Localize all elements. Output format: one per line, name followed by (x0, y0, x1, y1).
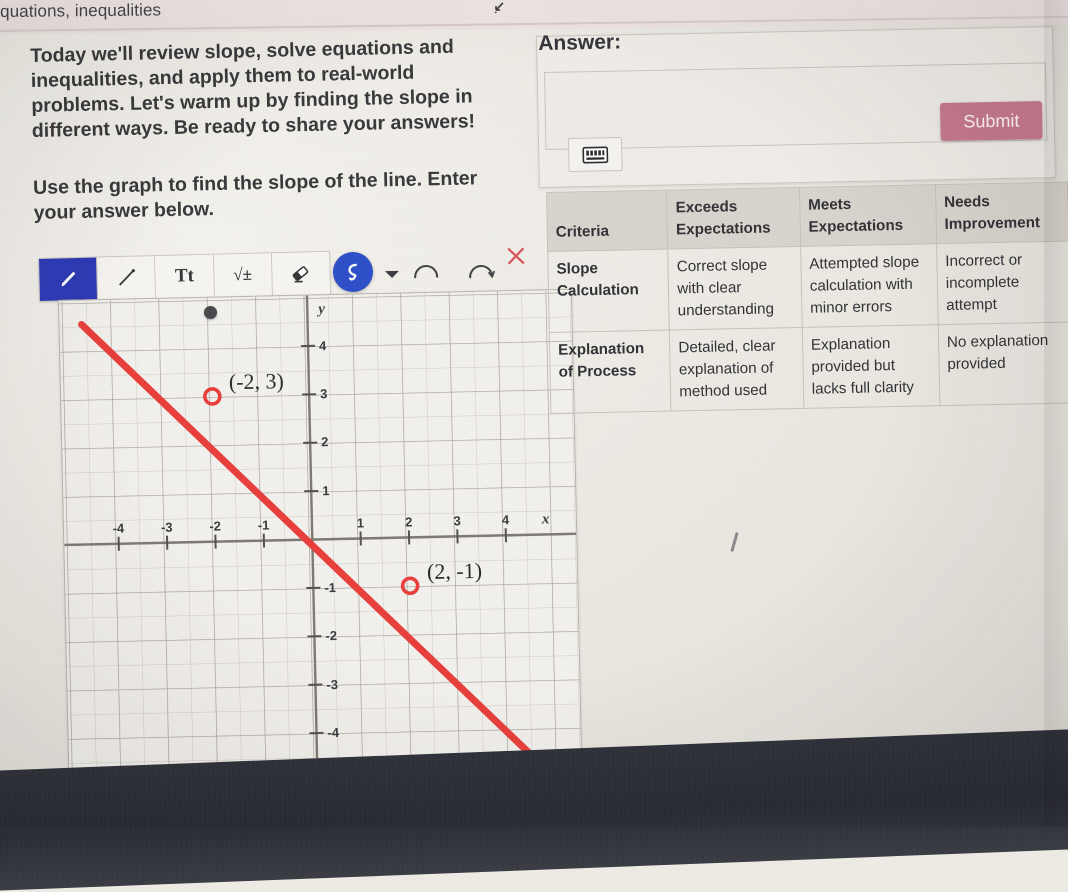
math-tool-label: √± (233, 265, 252, 285)
coordinate-graph[interactable]: -4 -3 -2 -1 1 2 3 4 4 3 2 1 -1 -2 -3 -4 … (58, 289, 583, 794)
text-tool[interactable]: Tt (155, 255, 214, 298)
svg-text:-1: -1 (258, 517, 270, 532)
rubric-cell-exceeds: Correct slope with clear understanding (668, 246, 802, 330)
svg-text:1: 1 (322, 483, 330, 498)
keyboard-button[interactable] (568, 137, 623, 172)
svg-text:-4: -4 (327, 725, 340, 740)
rubric-cell-criteria: Explanation of Process (549, 330, 671, 413)
rubric-criteria-line2: of Process (558, 362, 636, 381)
breadcrumb: quations, inequalities (0, 0, 161, 22)
rubric-col-exceeds: Exceeds Expectations (667, 187, 801, 249)
table-row: Slope Calculation Correct slope with cle… (548, 241, 1068, 332)
svg-text:-3: -3 (161, 520, 173, 535)
svg-text:-4: -4 (112, 521, 125, 536)
rubric-col-needs-line2: Improvement (944, 214, 1040, 233)
expand-arrow-icon[interactable] (492, 1, 506, 15)
svg-text:x: x (541, 511, 550, 527)
rubric-criteria-line1: Slope (556, 260, 598, 278)
rubric-col-exceeds-line2: Expectations (676, 220, 771, 239)
rubric-header-row: Criteria Exceeds Expectations Meets Expe… (547, 182, 1068, 251)
rubric-col-criteria: Criteria (547, 190, 668, 251)
rubric-cell-criteria: Slope Calculation (548, 249, 670, 332)
svg-text:(-2, 3): (-2, 3) (229, 368, 285, 394)
rubric-table: Criteria Exceeds Expectations Meets Expe… (546, 182, 1068, 414)
rubric-col-needs-line1: Needs (944, 193, 990, 211)
answer-label: Answer: (538, 30, 621, 56)
svg-text:3: 3 (453, 513, 461, 528)
rubric-cell-meets: Attempted slope calculation with minor e… (800, 244, 938, 328)
lesson-text: Today we'll review slope, solve equation… (30, 34, 514, 226)
keyboard-icon (582, 146, 608, 163)
rubric-criteria-line2: Calculation (557, 281, 639, 300)
svg-text:y: y (316, 301, 325, 317)
rubric-col-meets-line2: Expectations (808, 217, 903, 236)
rubric-col-exceeds-line1: Exceeds (675, 198, 737, 216)
svg-text:(2, -1): (2, -1) (427, 558, 483, 584)
lesson-paragraph-2: Use the graph to find the slope of the l… (33, 165, 514, 225)
svg-text:1: 1 (357, 515, 365, 530)
svg-text:3: 3 (320, 386, 328, 401)
rubric-col-needs: Needs Improvement (935, 182, 1068, 244)
rubric-cell-exceeds: Detailed, clear explanation of method us… (670, 327, 804, 411)
svg-text:2: 2 (405, 514, 413, 529)
rubric-criteria-line1: Explanation (558, 340, 644, 359)
rubric-cell-needs: Incorrect or incomplete attempt (936, 241, 1068, 325)
submit-button[interactable]: Submit (940, 101, 1043, 141)
eraser-icon (288, 260, 315, 287)
table-row: Explanation of Process Detailed, clear e… (549, 322, 1068, 413)
graph-drag-handle[interactable] (204, 306, 217, 319)
rubric-cell-needs: No explanation provided (938, 322, 1068, 406)
squiggle-icon (341, 260, 366, 285)
svg-text:-2: -2 (325, 628, 337, 643)
svg-text:4: 4 (502, 512, 510, 527)
undo-arc-icon[interactable] (412, 262, 440, 281)
chevron-down-icon[interactable] (383, 268, 401, 280)
math-tool[interactable]: √± (214, 253, 273, 296)
svg-text:2: 2 (321, 434, 329, 449)
svg-text:-1: -1 (324, 580, 336, 595)
rubric-cell-meets: Explanation provided but lacks full clar… (802, 325, 940, 409)
lesson-paragraph-1: Today we'll review slope, solve equation… (30, 34, 512, 144)
line-tool[interactable] (97, 256, 156, 299)
rubric-col-meets-line1: Meets (808, 196, 851, 214)
pencil-icon (55, 266, 82, 293)
close-x-icon[interactable] (505, 245, 528, 268)
svg-text:-3: -3 (326, 677, 338, 692)
rubric-col-meets: Meets Expectations (799, 185, 936, 247)
svg-text:4: 4 (319, 338, 327, 353)
pencil-tool[interactable] (39, 258, 98, 301)
redo-arc-icon[interactable] (467, 262, 495, 281)
line-icon (113, 265, 140, 292)
eraser-tool[interactable] (272, 252, 330, 295)
text-tool-label: Tt (175, 265, 195, 287)
svg-text:-2: -2 (209, 519, 221, 534)
